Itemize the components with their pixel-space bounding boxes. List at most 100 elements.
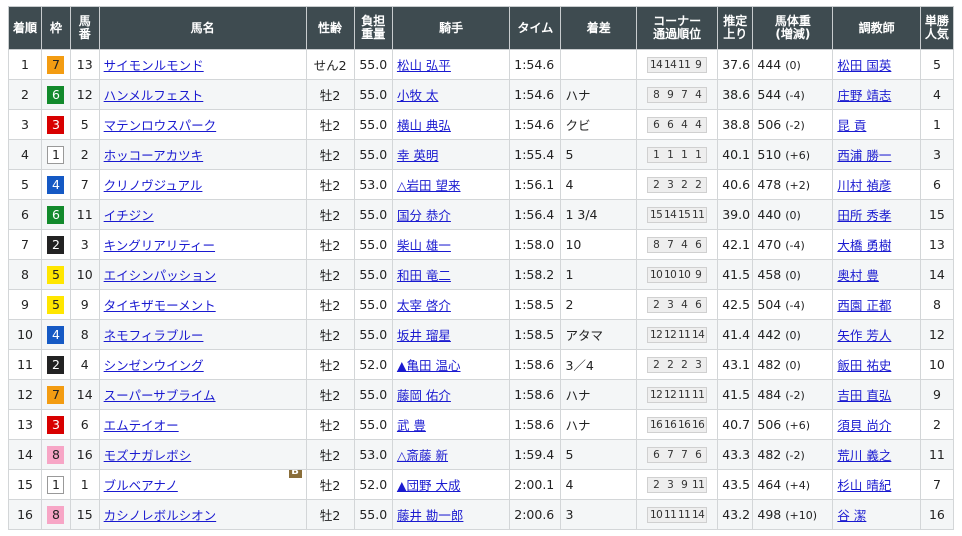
jockey-cell: ▲団野 大成 (391, 469, 511, 500)
jockey-link[interactable]: 国分 恭介 (397, 208, 451, 223)
corner-position: 2 (681, 359, 688, 371)
horse-name-link[interactable]: ホッコーアカツキ (104, 148, 204, 163)
horse-name-link[interactable]: ブルベアナノ (104, 478, 178, 493)
sex-age-cell: 牡2 (305, 289, 355, 320)
sex-age-cell: 牡2 (305, 259, 355, 290)
trainer-link[interactable]: 須貝 尚介 (837, 418, 891, 433)
trainer-link[interactable]: 松田 国英 (837, 58, 891, 73)
header-rank: 着順 (7, 6, 43, 50)
header-umaban-line1: 馬 (78, 14, 91, 28)
table-row: 14 8 16 モズナガレボシ 牡2 53.0 △斎藤 新 1:59.4 5 6 7 7 6 43.3 48… (7, 439, 955, 470)
time-cell: 1:54.6 (509, 109, 562, 140)
trainer-link[interactable]: 飯田 祐史 (837, 358, 891, 373)
table-row: 9 5 9 タイキザモーメント 牡2 55.0 太宰 啓介 1:58.5 2 2 3 4 6 42.5 50… (7, 289, 955, 320)
horse-name-link[interactable]: サイモンルモンド (104, 58, 204, 73)
header-horse-name: 馬名 (98, 6, 307, 50)
jockey-link[interactable]: 太宰 啓介 (397, 298, 451, 313)
jockey-link[interactable]: △岩田 望来 (397, 178, 461, 193)
trainer-link[interactable]: 奥村 豊 (837, 268, 878, 283)
horse-name-link[interactable]: エイシンパッション (104, 268, 217, 283)
body-weight-value: 506 (757, 417, 782, 432)
jockey-link[interactable]: 藤井 勘一郎 (397, 508, 463, 523)
trainer-link[interactable]: 谷 潔 (837, 508, 866, 523)
body-weight-value: 458 (757, 267, 782, 282)
sex-age-cell: 牡2 (305, 79, 355, 110)
waku-cell: 5 (41, 289, 71, 320)
trainer-link[interactable]: 田所 秀孝 (837, 208, 891, 223)
body-weight-diff: (0) (785, 269, 801, 282)
race-result-table-container: 着順 枠 馬番 馬名 性齢 負担 重量 騎手 タイム 着差 コーナー 通過順位 推定… (7, 6, 955, 530)
time-cell: 1:54.6 (509, 79, 562, 110)
body-weight-diff: (+6) (785, 419, 811, 432)
corner-position: 11 (677, 509, 691, 521)
trainer-link[interactable]: 矢作 芳人 (837, 328, 891, 343)
trainer-cell: 荒川 義之 (832, 439, 921, 470)
jockey-link[interactable]: 幸 英明 (397, 148, 438, 163)
horse-name-link[interactable]: イチジン (104, 208, 154, 223)
rank-cell: 9 (7, 289, 43, 320)
jockey-cell: △岩田 望来 (391, 169, 511, 200)
corner-cell: 12 12 11 11 (636, 379, 719, 410)
jockey-link[interactable]: 武 豊 (397, 418, 426, 433)
popularity-cell: 3 (919, 139, 955, 170)
time-cell: 1:58.5 (509, 319, 562, 350)
trainer-link[interactable]: 庄野 靖志 (837, 88, 891, 103)
corner-position: 6 (695, 449, 702, 461)
body-weight-diff: (0) (785, 329, 801, 342)
horse-name-link[interactable]: スーパーサブライム (104, 388, 216, 403)
jockey-link[interactable]: △斎藤 新 (397, 448, 448, 463)
body-weight-diff: (-4) (785, 89, 805, 102)
jockey-cell: 藤井 勘一郎 (391, 499, 511, 530)
horse-name-link[interactable]: タイキザモーメント (104, 298, 216, 313)
trainer-link[interactable]: 杉山 晴紀 (837, 478, 891, 493)
horse-name-link[interactable]: ハンメルフェスト (104, 88, 204, 103)
corner-position: 10 (649, 509, 663, 521)
umaban-cell: 12 (69, 79, 100, 110)
sex-age-cell: 牡2 (305, 499, 355, 530)
waku-badge: 1 (47, 475, 65, 494)
horse-name-link[interactable]: エムテイオー (104, 418, 179, 433)
corner-cell: 2322 (636, 169, 719, 200)
rank-cell: 2 (7, 79, 43, 110)
time-cell: 1:56.4 (509, 199, 562, 230)
jockey-link[interactable]: ▲亀田 温心 (397, 358, 461, 373)
corner-position: 9 (681, 479, 688, 491)
trainer-cell: 杉山 晴紀 (832, 469, 921, 500)
table-row: 16 8 15 カシノレボルシオン 牡2 55.0 藤井 勘一郎 2:00.6 3 10 11 11 1… (7, 499, 955, 530)
corner-position: 11 (677, 389, 691, 401)
horse-name-link[interactable]: モズナガレボシ (104, 448, 192, 463)
trainer-link[interactable]: 昆 貢 (837, 118, 866, 133)
horse-name-link[interactable]: ネモフィラブルー (104, 328, 204, 343)
trainer-cell: 須貝 尚介 (832, 409, 921, 440)
jockey-link[interactable]: 藤岡 佑介 (397, 388, 451, 403)
margin-cell: クビ (560, 109, 638, 140)
jockey-link[interactable]: 小牧 太 (397, 88, 438, 103)
horse-name-link[interactable]: シンゼンウイング (104, 358, 204, 373)
trainer-link[interactable]: 大橋 勇樹 (837, 238, 891, 253)
jockey-link[interactable]: 和田 竜二 (397, 268, 451, 283)
waku-cell: 2 (41, 349, 71, 380)
horse-name-link[interactable]: クリノヴジュアル (104, 178, 203, 193)
jockey-link[interactable]: 横山 典弘 (397, 118, 451, 133)
waku-cell: 5 (41, 259, 71, 290)
horse-name-link[interactable]: キングリアリティー (104, 238, 215, 253)
trainer-link[interactable]: 西浦 勝一 (837, 148, 891, 163)
jockey-link[interactable]: 柴山 雄一 (397, 238, 451, 253)
corner-position: 2 (653, 359, 660, 371)
corner-position: 2 (653, 299, 660, 311)
horse-name-link[interactable]: マテンロウスパーク (104, 118, 217, 133)
body-weight-diff: (0) (785, 359, 801, 372)
jockey-link[interactable]: 坂井 瑠星 (397, 328, 451, 343)
jockey-link[interactable]: ▲団野 大成 (397, 478, 461, 493)
table-row: 4 1 2 ホッコーアカツキ 牡2 55.0 幸 英明 1:55.4 5 1 1 1 1 40.1 510 … (7, 139, 955, 170)
trainer-link[interactable]: 川村 禎彦 (837, 178, 891, 193)
umaban-cell: 15 (69, 499, 100, 530)
waku-cell: 4 (41, 319, 71, 350)
header-body-line1: 馬体重 (774, 14, 811, 28)
trainer-link[interactable]: 荒川 義之 (837, 448, 891, 463)
horse-name-link[interactable]: カシノレボルシオン (104, 508, 217, 523)
corner-position: 2 (667, 359, 674, 371)
trainer-link[interactable]: 西園 正都 (837, 298, 891, 313)
trainer-link[interactable]: 吉田 直弘 (837, 388, 891, 403)
jockey-link[interactable]: 松山 弘平 (397, 58, 451, 73)
